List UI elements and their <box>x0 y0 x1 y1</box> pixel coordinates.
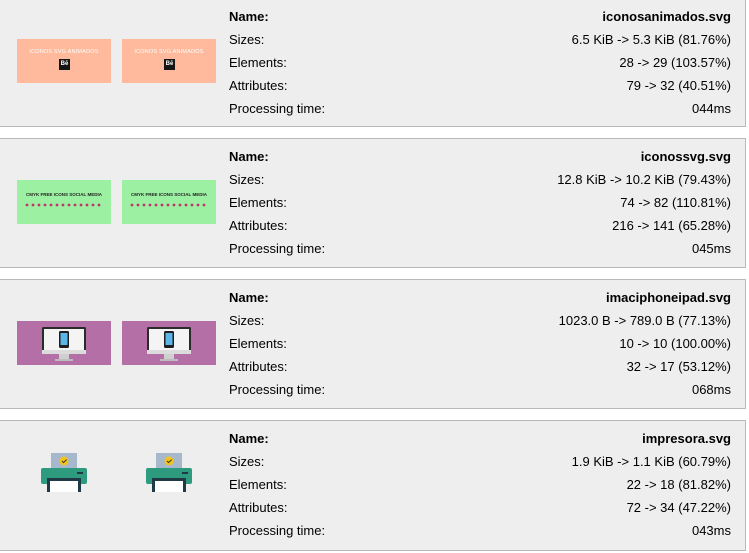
processing-value: 044ms <box>691 101 731 116</box>
attributes-value: 72 -> 34 (47.22%) <box>626 500 731 515</box>
file-card: Name: imaciphoneipad.svg Sizes: 1023.0 B -… <box>0 279 746 409</box>
sizes-value: 6.5 KiB -> 5.3 KiB (81.76%) <box>571 32 731 47</box>
attributes-value: 216 -> 141 (65.28%) <box>612 218 731 233</box>
optimized-thumbnail: ICONOS SVG ANIMADOS Bē <box>122 39 216 83</box>
optimized-thumbnail <box>122 448 216 498</box>
sizes-value: 1.9 KiB -> 1.1 KiB (60.79%) <box>571 454 731 469</box>
original-thumbnail <box>17 321 111 365</box>
sizes-value: 12.8 KiB -> 10.2 KiB (79.43%) <box>557 172 731 187</box>
imac-icon <box>42 327 86 361</box>
printer-icon <box>41 453 87 492</box>
thumbnail-title: ICONOS SVG ANIMADOS <box>134 49 204 55</box>
file-name: impresora.svg <box>642 431 731 446</box>
file-card: CMYK FREE ICONS SOCIAL MEDIA CMYK FREE I… <box>0 138 746 268</box>
name-label: Name: <box>229 149 269 164</box>
processing-label: Processing time: <box>229 523 326 538</box>
name-label: Name: <box>229 9 269 24</box>
elements-label: Elements: <box>229 336 287 351</box>
elements-value: 74 -> 82 (110.81%) <box>620 195 731 210</box>
file-name: iconossvg.svg <box>640 149 731 164</box>
processing-value: 045ms <box>691 241 731 256</box>
name-label: Name: <box>229 290 269 305</box>
attributes-value: 32 -> 17 (53.12%) <box>626 359 731 374</box>
thumbnail-title: CMYK FREE ICONS SOCIAL MEDIA <box>131 192 207 197</box>
attributes-label: Attributes: <box>229 78 288 93</box>
behance-icon: Bē <box>164 59 175 70</box>
printer-icon <box>146 453 192 492</box>
original-thumbnail: CMYK FREE ICONS SOCIAL MEDIA <box>17 180 111 224</box>
file-info: Name: impresora.svg Sizes: 1.9 KiB -> 1.1 … <box>229 427 731 542</box>
attributes-label: Attributes: <box>229 359 288 374</box>
processing-label: Processing time: <box>229 101 326 116</box>
thumbnail-title: CMYK FREE ICONS SOCIAL MEDIA <box>26 192 102 197</box>
sizes-label: Sizes: <box>229 313 265 328</box>
sizes-label: Sizes: <box>229 32 265 47</box>
attributes-label: Attributes: <box>229 218 288 233</box>
elements-value: 28 -> 29 (103.57%) <box>619 55 731 70</box>
elements-value: 22 -> 18 (81.82%) <box>626 477 731 492</box>
processing-value: 043ms <box>691 523 731 538</box>
imac-icon <box>147 327 191 361</box>
file-card: Name: impresora.svg Sizes: 1.9 KiB -> 1.1 … <box>0 420 746 551</box>
optimized-thumbnail: CMYK FREE ICONS SOCIAL MEDIA <box>122 180 216 224</box>
processing-label: Processing time: <box>229 382 326 397</box>
file-name: iconosanimados.svg <box>602 9 731 24</box>
elements-label: Elements: <box>229 477 287 492</box>
sizes-value: 1023.0 B -> 789.0 B (77.13%) <box>558 313 731 328</box>
file-info: Name: iconosanimados.svg Sizes: 6.5 KiB ->… <box>229 5 731 120</box>
elements-label: Elements: <box>229 195 287 210</box>
name-label: Name: <box>229 431 269 446</box>
sizes-label: Sizes: <box>229 454 265 469</box>
behance-icon: Bē <box>59 59 70 70</box>
file-info: Name: iconossvg.svg Sizes: 12.8 KiB -> 10.… <box>229 145 731 260</box>
file-name: imaciphoneipad.svg <box>606 290 731 305</box>
processing-label: Processing time: <box>229 241 326 256</box>
sizes-label: Sizes: <box>229 172 265 187</box>
elements-value: 10 -> 10 (100.00%) <box>619 336 731 351</box>
original-thumbnail <box>17 448 111 498</box>
attributes-label: Attributes: <box>229 500 288 515</box>
file-card: ICONOS SVG ANIMADOS Bē ICONOS SVG ANIMAD… <box>0 0 746 127</box>
elements-label: Elements: <box>229 55 287 70</box>
optimized-thumbnail <box>122 321 216 365</box>
social-icons <box>130 203 206 207</box>
original-thumbnail: ICONOS SVG ANIMADOS Bē <box>17 39 111 83</box>
processing-value: 068ms <box>691 382 731 397</box>
social-icons <box>25 203 101 207</box>
attributes-value: 79 -> 32 (40.51%) <box>626 78 731 93</box>
thumbnail-title: ICONOS SVG ANIMADOS <box>29 49 99 55</box>
file-info: Name: imaciphoneipad.svg Sizes: 1023.0 B -… <box>229 286 731 401</box>
